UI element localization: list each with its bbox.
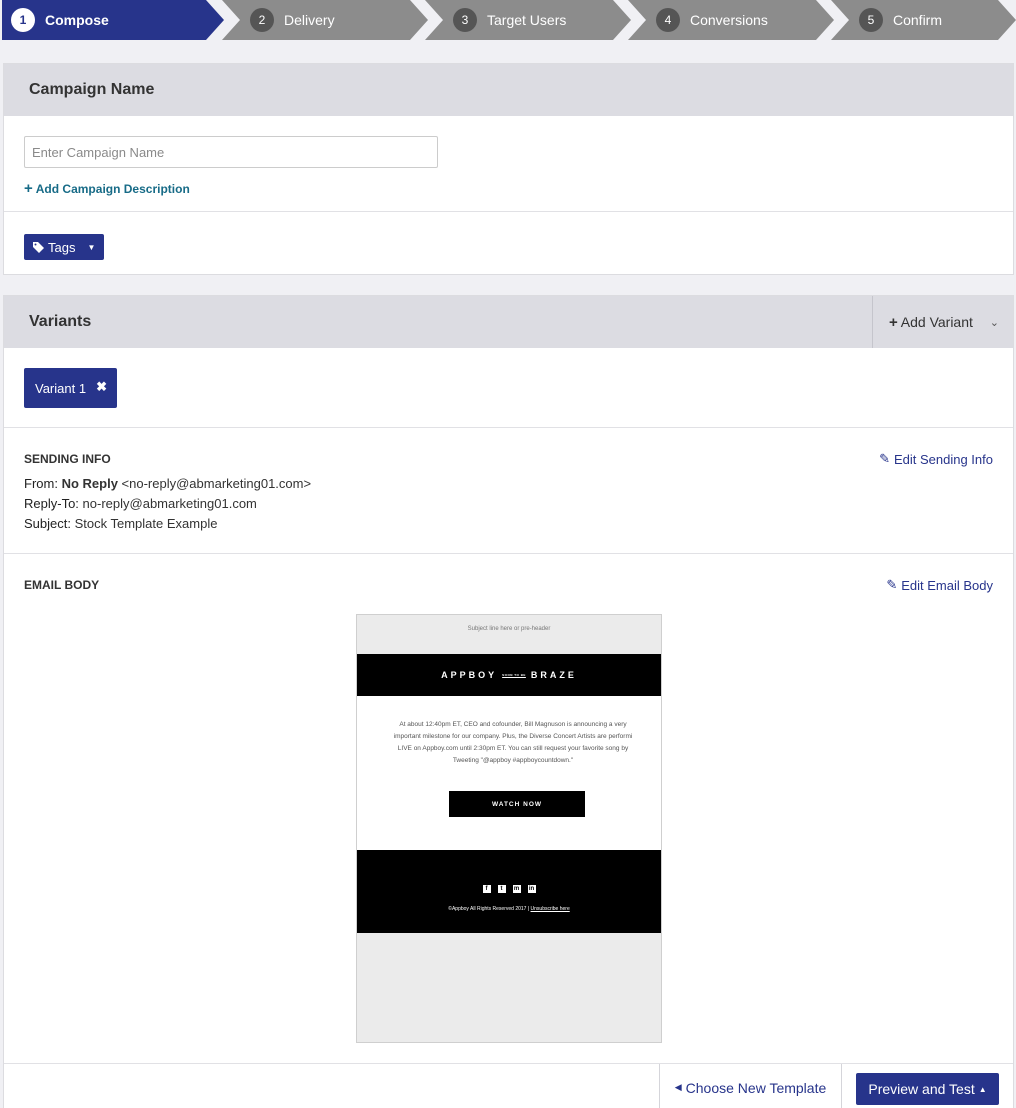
edit-sending-info-link[interactable]: ✎ Edit Sending Info <box>879 451 993 467</box>
step-label: Delivery <box>284 12 335 28</box>
from-email: <no-reply@abmarketing01.com> <box>121 476 312 491</box>
step-number: 3 <box>453 8 477 32</box>
edit-email-body-link[interactable]: ✎ Edit Email Body <box>886 577 993 593</box>
logo-appboy: APPBOY <box>441 670 498 680</box>
email-text-line: At about 12:40pm ET, CEO and cofounder, … <box>399 721 627 728</box>
email-copyright: ©Appboy All Rights Reserved 2017 | Unsub… <box>357 906 661 912</box>
close-icon[interactable]: ✖ <box>96 379 107 395</box>
caret-left-icon: ◀ <box>674 1082 682 1092</box>
logo-soon-to-be: SOON TO BE <box>502 673 526 677</box>
step-number: 5 <box>859 8 883 32</box>
divider <box>4 553 1013 554</box>
medium-icon[interactable]: m <box>512 885 521 893</box>
subject-line: Subject: Stock Template Example <box>24 516 217 531</box>
plus-icon: + <box>24 180 33 197</box>
from-name: No Reply <box>61 476 118 491</box>
email-text: At about 12:40pm ET, CEO and cofounder, … <box>367 719 659 767</box>
divider <box>4 211 1013 212</box>
variant-tab[interactable]: Variant 1 ✖ <box>24 368 117 408</box>
variants-header: Variants + Add Variant ⌄ <box>4 296 1013 348</box>
step-label: Compose <box>45 12 109 28</box>
email-text-line: Tweeting "@appboy #appboycountdown." <box>452 757 574 764</box>
subject-value: Stock Template Example <box>74 516 218 531</box>
from-label: From: <box>24 476 58 491</box>
divider <box>4 427 1013 428</box>
email-body-title: EMAIL BODY <box>24 578 100 592</box>
step-target-users[interactable]: 3 Target Users <box>425 0 631 40</box>
twitter-icon[interactable]: t <box>497 885 506 893</box>
preview-and-test-button[interactable]: Preview and Test ▲ <box>856 1073 999 1105</box>
reply-to-line: Reply-To: no-reply@abmarketing01.com <box>24 496 257 511</box>
logo-braze: BRAZE <box>530 670 577 680</box>
edit-sending-info-label: Edit Sending Info <box>893 451 993 467</box>
subject-label: Subject: <box>24 516 71 531</box>
variant-label: Variant 1 <box>35 380 87 396</box>
panel-title: Variants <box>29 313 92 330</box>
step-confirm[interactable]: 5 Confirm <box>831 0 1016 40</box>
email-footer: f t m in ©Appboy All Rights Reserved 201… <box>357 850 661 933</box>
step-delivery[interactable]: 2 Delivery <box>222 0 428 40</box>
step-conversions[interactable]: 4 Conversions <box>628 0 834 40</box>
step-number: 1 <box>11 8 35 32</box>
pencil-icon: ✎ <box>886 577 898 592</box>
email-header-logo: APPBOY SOON TO BE BRAZE <box>357 654 661 696</box>
step-label: Target Users <box>487 12 567 28</box>
email-text-line: LIVE on Appboy.com until 2:30pm ET. You … <box>397 745 629 752</box>
actions-bar: ◀ Choose New Template Preview and Test ▲ <box>4 1063 1013 1108</box>
linkedin-icon[interactable]: in <box>527 885 536 893</box>
add-variant-label: Add Variant <box>900 314 973 330</box>
add-description-label: Add Campaign Description <box>35 181 190 196</box>
campaign-name-panel: Campaign Name + Add Campaign Description… <box>3 63 1014 275</box>
tag-icon <box>33 241 44 253</box>
step-number: 2 <box>250 8 274 32</box>
caret-up-icon: ▲ <box>978 1084 987 1094</box>
email-preheader: Subject line here or pre-header <box>467 626 551 632</box>
social-icons: f t m in <box>357 885 661 893</box>
copyright-text: ©Appboy All Rights Reserved 2017 | <box>448 906 531 912</box>
add-variant-button[interactable]: + Add Variant ⌄ <box>872 296 1013 348</box>
edit-email-body-label: Edit Email Body <box>901 577 993 593</box>
add-campaign-description-link[interactable]: + Add Campaign Description <box>24 180 190 197</box>
chevron-down-icon: ⌄ <box>989 316 999 329</box>
reply-to-label: Reply-To: <box>24 496 79 511</box>
facebook-icon[interactable]: f <box>482 885 491 893</box>
campaign-name-input[interactable] <box>24 136 438 168</box>
tags-label: Tags <box>48 239 76 255</box>
step-label: Conversions <box>690 12 768 28</box>
sending-info-title: SENDING INFO <box>24 452 111 466</box>
caret-down-icon: ▼ <box>87 242 96 252</box>
step-label: Confirm <box>893 12 943 28</box>
email-preview[interactable]: Subject line here or pre-header APPBOY S… <box>356 614 662 1043</box>
watch-now-button[interactable]: WATCH NOW <box>449 791 585 817</box>
choose-template-label: Choose New Template <box>685 1079 827 1096</box>
email-text-line: important milestone for our company. Plu… <box>393 733 633 740</box>
step-number: 4 <box>656 8 680 32</box>
unsubscribe-link[interactable]: Unsubscribe here <box>531 906 570 912</box>
panel-title: Campaign Name <box>29 81 155 98</box>
preview-test-label: Preview and Test <box>868 1081 975 1097</box>
campaign-stepper: 1 Compose 2 Delivery 3 Target Users 4 Co… <box>0 0 1016 40</box>
tags-button[interactable]: Tags ▼ <box>24 234 105 260</box>
from-line: From: No Reply <no-reply@abmarketing01.c… <box>24 476 311 491</box>
email-content: At about 12:40pm ET, CEO and cofounder, … <box>357 696 661 850</box>
campaign-name-header: Campaign Name <box>4 64 1013 116</box>
pencil-icon: ✎ <box>879 451 890 466</box>
reply-to-value: no-reply@abmarketing01.com <box>82 496 257 511</box>
step-compose[interactable]: 1 Compose <box>2 0 224 40</box>
choose-new-template-button[interactable]: ◀ Choose New Template <box>659 1064 842 1108</box>
plus-icon: + <box>889 313 898 331</box>
variants-panel: Variants + Add Variant ⌄ Variant 1 ✖ SEN… <box>3 295 1014 1108</box>
